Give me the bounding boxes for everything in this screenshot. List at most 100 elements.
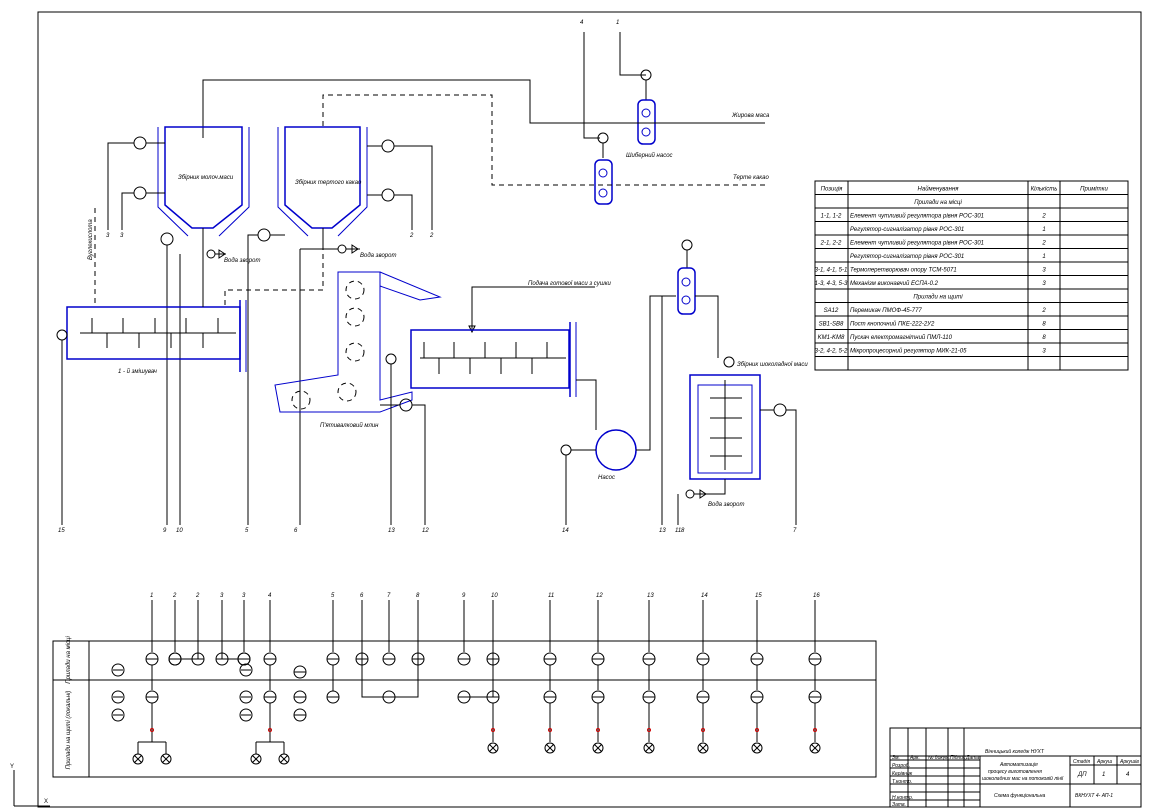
spec-pos: 3-2, 4-2, 5-2 <box>815 349 848 355</box>
spec-pos: SB1-SB8 <box>819 322 844 328</box>
spec-name: Перемикач ПМОФ-45-777 <box>850 308 922 314</box>
panel-column-number: 5 <box>331 593 335 599</box>
tb-role-4: Н.контр. <box>892 795 913 801</box>
tb-role-2: Керівник <box>892 771 913 777</box>
emulsifier-1: 1 - й змішувач <box>66 300 247 375</box>
svg-text:Y: Y <box>10 764 14 770</box>
spec-name: Мікропроцесорний регулятор МИК-21-05 <box>850 348 967 355</box>
line-num: 13 <box>659 528 666 534</box>
spec-pos: SA12 <box>824 308 839 314</box>
label-shutter: Шиберний насос <box>626 152 673 159</box>
svg-text:2: 2 <box>429 233 434 239</box>
spec-qty: 2 <box>1041 214 1046 220</box>
line-num: 7 <box>793 528 797 534</box>
spec-name: Пост кнопочний ПКЕ-222-2У2 <box>850 321 935 328</box>
spec-qty: 2 <box>1041 308 1046 314</box>
vessel-milk-label: Збірник молоч.маси <box>178 175 234 181</box>
chocolate-vessel: Збірник шоколадної маси <box>689 356 808 480</box>
spec-name: Регулятор-сигналізатор рівня РОС-301 <box>850 254 964 260</box>
process-line-numbers: 15 9 10 5 6 13 12 14 13 11 8 7 <box>58 528 797 534</box>
top-line-number-1: 1 <box>616 20 619 26</box>
label-grated-cocoa: Терте какао <box>733 175 769 181</box>
tb-org: Вінницький коледж НУХТ <box>985 748 1045 755</box>
line-num: 5 <box>245 528 249 534</box>
panel-column-number: 2 <box>172 593 177 599</box>
svg-text:2: 2 <box>409 233 414 239</box>
spec-section: Прилади на місці <box>914 200 962 206</box>
spec-pos: 3-1, 4-1, 5-1 <box>815 268 848 274</box>
line-num: 12 <box>422 528 429 534</box>
spec-qty: 3 <box>1042 268 1046 274</box>
panel-column-number: 6 <box>360 593 364 599</box>
ucs-icon: Y X <box>10 764 50 807</box>
spec-pos: KM1-KM8 <box>818 335 845 341</box>
spec-pos: 1-1, 1-2 <box>821 214 842 220</box>
panel-row1-label: Прилади на місці <box>66 636 72 684</box>
title-block: Вінницький коледж НУХТ Автоматизація про… <box>889 727 1142 808</box>
panel-column-number: 7 <box>387 593 391 599</box>
tb-role-5: Затв. <box>892 802 906 808</box>
tb-role-1: Розроб. <box>892 763 910 769</box>
cocoa-vessel: Збірник тертого какао <box>277 126 368 245</box>
panel-column-number: 4 <box>268 593 272 599</box>
milk-vessel: Збірник молоч.маси <box>157 126 250 258</box>
panel-column-number: 16 <box>813 593 820 599</box>
emulsifier-label: 1 - й змішувач <box>118 368 157 375</box>
spec-qty: 3 <box>1042 281 1046 287</box>
spec-header: Примітки <box>1080 187 1108 193</box>
tb-sheet: 1 <box>1102 772 1105 778</box>
spec-name: Регулятор-сигналізатор рівня РОС-301 <box>850 227 964 233</box>
panel-column-number: 12 <box>596 593 603 599</box>
tb-subject: Автоматизація процесу виготовлення шокол… <box>982 762 1064 782</box>
tb-col-0: Арк. <box>909 755 920 761</box>
spec-qty: 3 <box>1042 349 1046 355</box>
tb-sheet-title: Схема функціональна <box>994 793 1045 799</box>
panel-column-number: 3 <box>220 593 224 599</box>
panel-column-number: 1 <box>150 593 153 599</box>
spec-qty: 1 <box>1042 227 1045 233</box>
pump: Насос <box>595 429 637 481</box>
tb-col-2: Підпис <box>950 755 966 761</box>
svg-text:3: 3 <box>120 233 124 239</box>
water-label-2: Вода зворот <box>360 253 396 259</box>
spec-qty: 2 <box>1041 241 1046 247</box>
spec-section: Прилади на щиті <box>913 295 963 301</box>
tb-col-1: № докум. <box>928 755 950 761</box>
line-num: 9 <box>163 528 167 534</box>
functional-diagram: 4 1 Шиберний насос Жирова маса Терте как… <box>10 11 1142 808</box>
water-label-1: Вода зворот <box>224 258 260 264</box>
panel-column-number: 14 <box>701 593 708 599</box>
line-num: 13 <box>388 528 395 534</box>
panel-column-number: 11 <box>548 593 554 599</box>
label-fat-mass: Жирова маса <box>731 113 770 119</box>
tb-sheet-label: Аркуш <box>1096 759 1113 765</box>
panel-column-number: 3 <box>242 593 246 599</box>
spec-table: Позиція Найменування Кількість Примітки Прил… <box>814 180 1129 371</box>
spec-name: Елемент чутливий регулятора рівня РОС-30… <box>850 213 984 220</box>
spec-name: Механізм виконавчий ЕСПА-0.2 <box>850 280 939 287</box>
spec-name: Пускач електромагнітний ПМЛ-110 <box>850 334 953 341</box>
top-line-number-4: 4 <box>580 20 584 26</box>
spec-qty: 1 <box>1042 254 1045 260</box>
spec-qty: 8 <box>1042 335 1046 341</box>
tb-role-0: Зм. <box>892 755 900 761</box>
tb-col-3: Дата <box>965 755 979 761</box>
svg-text:3: 3 <box>106 233 110 239</box>
label-from-drying: Подача готової маси з сушки <box>528 281 612 287</box>
panel-row2-label: Прилади на щиті (локальні) <box>66 691 72 770</box>
vessel-cocoa-label: Збірник тертого какао <box>295 180 362 186</box>
five-roll-label: П'ятивалковий млин <box>320 422 379 429</box>
line-num: 8 <box>681 528 685 534</box>
chocolate-vessel-label: Збірник шоколадної маси <box>737 362 808 368</box>
panel-column-number: 10 <box>491 593 498 599</box>
tb-sheets-label: Аркушів <box>1119 759 1139 765</box>
spec-name: Елемент чутливий регулятора рівня РОС-30… <box>850 240 984 247</box>
spec-qty: 8 <box>1042 322 1046 328</box>
label-carb: Вуглекислота <box>88 219 94 260</box>
spec-header: Позиція <box>821 187 844 193</box>
spec-pos: 2-1, 2-2 <box>820 241 842 247</box>
line-num: 15 <box>58 528 65 534</box>
spec-header: Найменування <box>918 186 960 193</box>
panel-instruments: 1 2 2 3 3 4 5 6 7 8 9 10 11 12 13 14 15 16 <box>111 593 822 765</box>
panel-column-number: 2 <box>195 593 200 599</box>
